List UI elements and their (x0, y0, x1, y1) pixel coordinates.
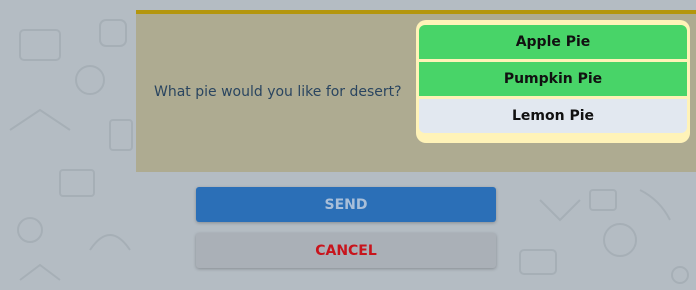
question-text: What pie would you like for desert? (154, 84, 402, 100)
send-button[interactable]: SEND (196, 187, 496, 222)
question-panel: What pie would you like for desert? Appl… (136, 10, 696, 172)
option-apple-pie[interactable]: Apple Pie (419, 25, 687, 59)
cancel-button[interactable]: CANCEL (196, 233, 496, 268)
option-lemon-pie[interactable]: Lemon Pie (419, 99, 687, 133)
options-list: Apple Pie Pumpkin Pie Lemon Pie (416, 20, 690, 143)
option-pumpkin-pie[interactable]: Pumpkin Pie (419, 62, 687, 96)
